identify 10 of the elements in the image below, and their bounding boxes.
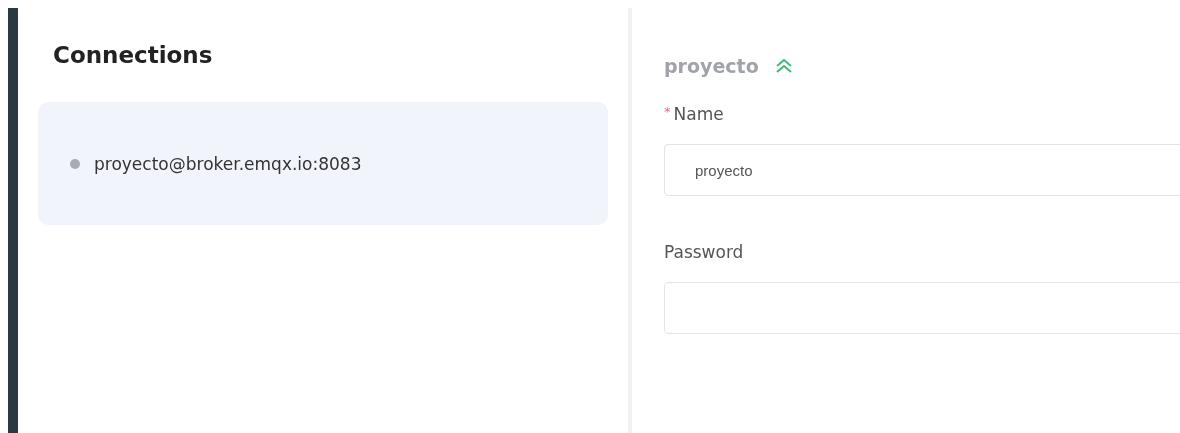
field-label: Name (673, 104, 724, 124)
collapse-icon[interactable] (774, 58, 793, 74)
connection-title: proyecto (664, 55, 759, 77)
connection-name: proyecto@broker.emqx.io:8083 (94, 153, 362, 174)
input-field[interactable] (664, 282, 1180, 334)
field-label: Password (664, 242, 744, 262)
required-mark: * (664, 104, 671, 119)
input-field[interactable]: proyecto (664, 144, 1180, 196)
panel-title: Connections (53, 42, 214, 68)
connection-item[interactable]: proyecto@broker.emqx.io:8083 (38, 102, 608, 225)
